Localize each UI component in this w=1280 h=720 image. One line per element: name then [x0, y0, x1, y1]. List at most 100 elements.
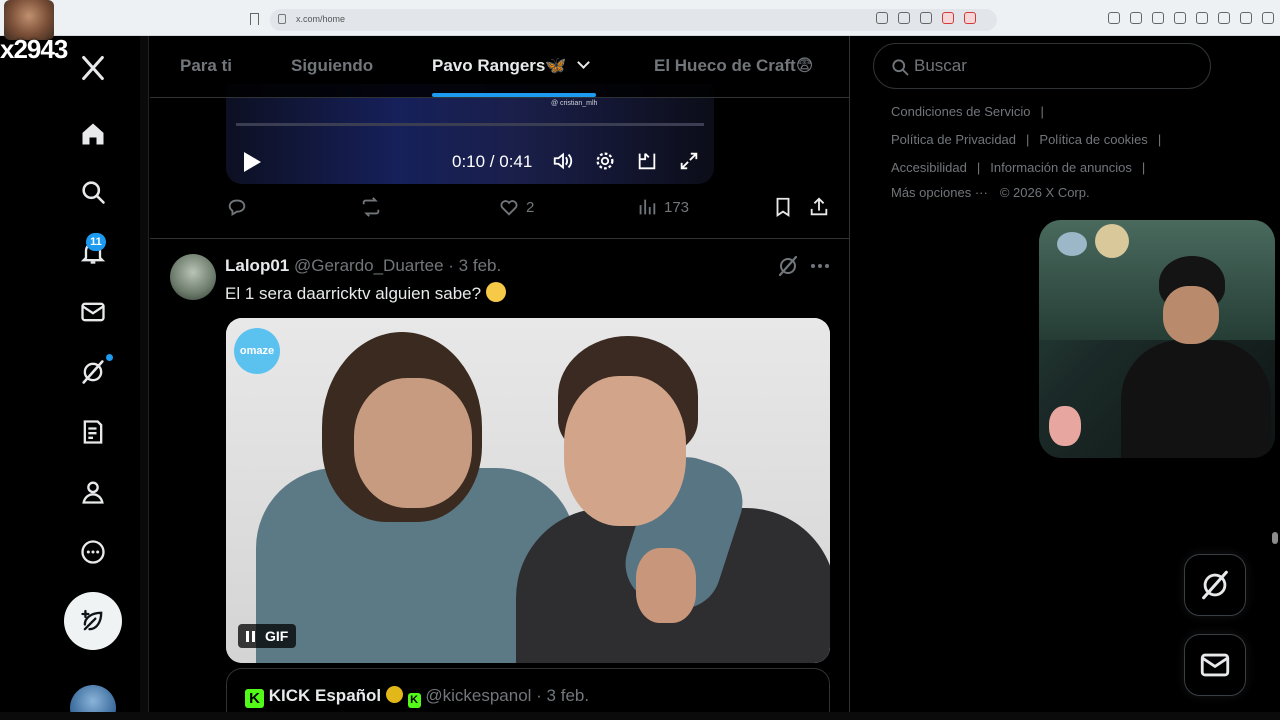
- footer-link-terms[interactable]: Condiciones de Servicio: [891, 104, 1030, 119]
- active-tab-indicator: [432, 93, 596, 97]
- tweet-gif[interactable]: omaze GIF: [226, 318, 830, 663]
- left-navigation: 11: [0, 36, 140, 720]
- rewards-icon[interactable]: [964, 12, 976, 24]
- share-icon: [810, 197, 828, 216]
- streamer-username: x2943: [0, 34, 68, 64]
- search-icon[interactable]: [73, 172, 113, 212]
- zoom-icon[interactable]: [876, 12, 888, 24]
- fullscreen-icon[interactable]: [678, 150, 700, 172]
- volume-icon[interactable]: [552, 150, 574, 172]
- puzzle-icon[interactable]: [1218, 12, 1230, 24]
- bookmark-icon: [776, 197, 790, 217]
- compose-button[interactable]: [64, 592, 122, 650]
- mail-icon[interactable]: [73, 292, 113, 332]
- vpn-icon[interactable]: [1240, 12, 1252, 24]
- lists-icon[interactable]: [73, 412, 113, 452]
- tweet-divider: [150, 238, 849, 239]
- page-scrollbar-thumb[interactable]: [1272, 532, 1278, 544]
- share-button[interactable]: [808, 196, 830, 218]
- heart-icon: [500, 200, 518, 216]
- share-icon[interactable]: [920, 12, 932, 24]
- tab-pavo-rangers[interactable]: Pavo Rangers🦋: [432, 56, 590, 76]
- kick-avatar-icon: K: [245, 689, 264, 708]
- reply-icon: [228, 199, 246, 216]
- url-text: x.com/home: [296, 14, 346, 24]
- pause-icon: [246, 630, 255, 642]
- browser-toolbar: x.com/home: [0, 0, 1280, 36]
- video-progress-bar[interactable]: [236, 123, 704, 126]
- search-box[interactable]: [873, 43, 1211, 89]
- timeline: @ cristian_mlh 0:10 / 0:41 2 173 Lalop01…: [150, 36, 850, 712]
- picture-in-picture-icon[interactable]: [636, 150, 658, 172]
- tweet-author-avatar[interactable]: [170, 254, 216, 300]
- omaze-logo: omaze: [234, 328, 280, 374]
- video-player[interactable]: @ cristian_mlh 0:10 / 0:41: [226, 84, 714, 184]
- view-count: 173: [664, 198, 690, 216]
- repost-icon: [362, 197, 380, 217]
- reader-icon[interactable]: [1130, 12, 1142, 24]
- quoted-tweet[interactable]: K KICK Español K @kickespanol · 3 feb.: [226, 668, 830, 712]
- like-button[interactable]: 2: [498, 196, 534, 218]
- webcam-person-face: [1163, 286, 1219, 344]
- tab-siguiendo[interactable]: Siguiendo: [291, 56, 373, 76]
- extension-icon[interactable]: [1108, 12, 1120, 24]
- smiling-emoji-icon: [485, 282, 506, 302]
- quoted-author-handle: @kickespanol: [425, 686, 532, 705]
- footer-link-cookies[interactable]: Política de cookies: [1039, 132, 1147, 147]
- tweet-header: Lalop01 @Gerardo_Duartee · 3 feb.: [225, 256, 501, 276]
- nav-scrollbar[interactable]: [140, 36, 149, 712]
- x-app: 11 @ cristian_mlh 0:10 / 0:41 2 173 Lalo…: [0, 36, 1280, 720]
- menu-icon[interactable]: [1262, 12, 1274, 24]
- grok-new-indicator: [106, 354, 113, 361]
- search-icon: [892, 59, 909, 76]
- address-bar-actions: [876, 12, 976, 24]
- x-logo-icon[interactable]: [73, 48, 113, 88]
- footer-link-more[interactable]: Más opciones ···: [891, 185, 988, 200]
- profile-icon[interactable]: [73, 472, 113, 512]
- tab-pavo-rangers-label: Pavo Rangers🦋: [432, 56, 567, 75]
- like-count: 2: [526, 198, 535, 216]
- footer-link-privacy[interactable]: Política de Privacidad: [891, 132, 1016, 147]
- lock-icon: [278, 14, 286, 24]
- bookmark-button[interactable]: [772, 196, 794, 218]
- messages-floating-button[interactable]: [1184, 634, 1246, 696]
- grok-explain-icon[interactable]: [776, 254, 800, 278]
- brave-shield-icon[interactable]: [942, 12, 954, 24]
- cast-icon[interactable]: [898, 12, 910, 24]
- sidebar-icon[interactable]: [1174, 12, 1186, 24]
- tweet-author-handle[interactable]: @Gerardo_Duartee: [294, 256, 444, 275]
- tweet-date[interactable]: · 3 feb.: [448, 256, 501, 275]
- grok-floating-button[interactable]: [1184, 554, 1246, 616]
- kick-affiliate-icon: K: [407, 693, 421, 708]
- reply-button[interactable]: [226, 196, 248, 218]
- bookmark-star-icon[interactable]: [250, 13, 259, 25]
- chevron-down-icon[interactable]: [576, 56, 590, 69]
- quoted-author-name: KICK Español: [268, 686, 382, 705]
- views-button[interactable]: 173: [636, 196, 689, 218]
- grok-icon: [1202, 570, 1228, 600]
- footer-link-accessibility[interactable]: Accesibilidad: [891, 160, 967, 175]
- quoted-date: · 3 feb.: [536, 686, 590, 705]
- music-icon[interactable]: [1152, 12, 1164, 24]
- video-overlay-tag: @ cristian_mlh: [551, 100, 598, 107]
- views-chart-icon: [639, 199, 656, 215]
- search-input[interactable]: [914, 55, 1194, 77]
- more-circle-icon[interactable]: [73, 532, 113, 572]
- play-icon[interactable]: [244, 152, 261, 172]
- wallet-icon[interactable]: [1196, 12, 1208, 24]
- footer-links: Condiciones de Servicio | Política de Pri…: [891, 104, 1162, 200]
- tab-para-ti[interactable]: Para ti: [180, 56, 232, 76]
- repost-button[interactable]: [360, 196, 382, 218]
- mail-icon: [1200, 653, 1230, 677]
- gif-label: GIF: [265, 628, 289, 644]
- footer-link-ads-info[interactable]: Información de anuncios: [990, 160, 1132, 175]
- tweet-text-body: El 1 sera daarricktv alguien sabe?: [225, 284, 482, 303]
- gif-pause-control[interactable]: GIF: [238, 624, 297, 648]
- settings-gear-icon[interactable]: [594, 150, 616, 172]
- home-icon[interactable]: [73, 114, 113, 154]
- tab-el-hueco-de-craft[interactable]: El Hueco de Craft😨: [654, 56, 813, 76]
- quoted-tweet-header: K KICK Español K @kickespanol · 3 feb.: [245, 686, 589, 708]
- more-options-icon[interactable]: [808, 254, 832, 278]
- gif-person-right-face: [564, 376, 686, 526]
- tweet-author-name[interactable]: Lalop01: [225, 256, 289, 275]
